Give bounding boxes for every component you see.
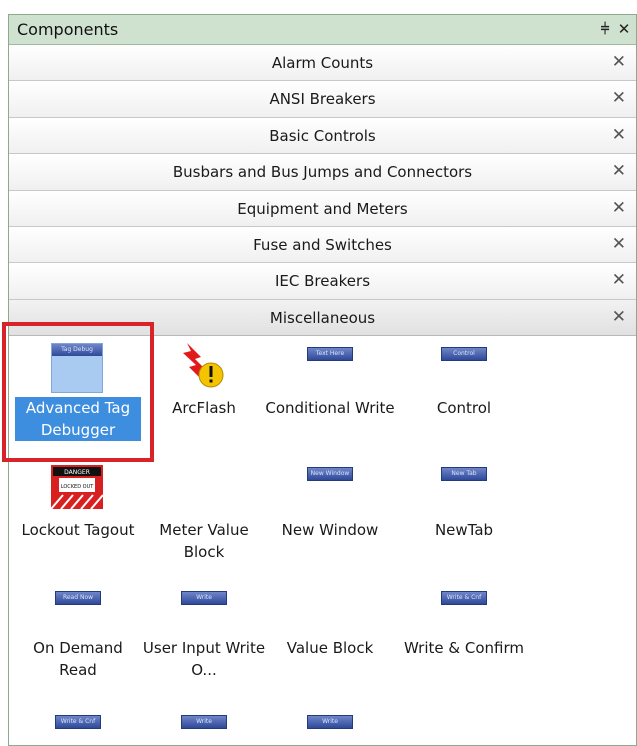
close-group-icon[interactable]: ✕ xyxy=(612,161,626,181)
group-fuse-switches[interactable]: Fuse and Switches ✕ xyxy=(9,226,636,264)
group-label: Fuse and Switches xyxy=(253,235,392,254)
component-lockout-tagout[interactable]: DANGER LOCKED OUT Lockout Tagout xyxy=(13,461,143,571)
component-partial-1[interactable]: Write & Cnf xyxy=(13,709,143,739)
component-label: NewTab xyxy=(434,521,494,539)
close-group-icon[interactable]: ✕ xyxy=(612,307,626,327)
group-label: Alarm Counts xyxy=(271,54,374,72)
thumb-button-face: Write & Cnf xyxy=(441,591,487,605)
component-label: Meter Value Block xyxy=(159,521,249,561)
thumb-button-face: Write xyxy=(181,715,227,729)
component-newtab[interactable]: New Tab NewTab xyxy=(399,461,529,571)
arcflash-icon xyxy=(183,343,224,388)
component-label: On Demand Read xyxy=(33,639,123,679)
component-user-input-write[interactable]: Write User Input Write O... xyxy=(139,585,269,695)
group-label: Basic Controls xyxy=(269,126,376,145)
component-on-demand-read[interactable]: Read Now On Demand Read xyxy=(13,585,143,695)
group-label: ANSI Breakers xyxy=(269,90,376,109)
component-label: ArcFlash xyxy=(172,399,236,417)
group-list: Alarm Counts ✕ ANSI Breakers ✕ Basic Con… xyxy=(9,45,636,337)
close-group-icon[interactable]: ✕ xyxy=(612,125,626,145)
component-new-window[interactable]: New Window New Window xyxy=(265,461,395,571)
component-label: Write & Confirm xyxy=(404,639,524,657)
thumb-button-face: Write xyxy=(307,715,353,729)
sign-mid-text: LOCKED OUT xyxy=(61,484,95,490)
panel-title: Components xyxy=(17,20,119,39)
group-equipment-meters[interactable]: Equipment and Meters ✕ xyxy=(9,190,636,227)
group-label: IEC Breakers xyxy=(274,272,371,291)
group-ansi-breakers[interactable]: ANSI Breakers ✕ xyxy=(9,81,636,118)
selection-highlight-box xyxy=(2,322,154,462)
thumb-button-face: New Window xyxy=(307,467,353,481)
sign-top-text: DANGER xyxy=(64,469,90,476)
close-group-icon[interactable]: ✕ xyxy=(612,52,626,72)
close-group-icon[interactable]: ✕ xyxy=(612,234,626,254)
close-group-icon[interactable]: ✕ xyxy=(612,88,626,108)
component-label: Lockout Tagout xyxy=(21,521,135,539)
lockout-tagout-icon: DANGER LOCKED OUT xyxy=(51,465,103,509)
component-label: User Input Write O... xyxy=(142,639,266,679)
group-alarm-counts[interactable]: Alarm Counts ✕ xyxy=(9,45,636,82)
thumb-button-face: Write & Cnf xyxy=(55,715,101,729)
thumb-button-face: Read Now xyxy=(55,591,101,605)
component-write-confirm[interactable]: Write & Cnf Write & Confirm xyxy=(399,585,529,695)
group-iec-breakers[interactable]: IEC Breakers ✕ xyxy=(9,263,636,300)
component-value-block[interactable]: Value Block xyxy=(265,585,395,695)
component-partial-2[interactable]: Write xyxy=(139,709,269,739)
component-label: Conditional Write xyxy=(265,399,395,417)
component-partial-3[interactable]: Write xyxy=(265,709,395,739)
group-basic-controls[interactable]: Basic Controls ✕ xyxy=(9,117,636,155)
component-label: Control xyxy=(436,399,492,417)
panel-titlebar: Components ⫩ ✕ xyxy=(9,15,636,45)
group-label: Equipment and Meters xyxy=(237,199,408,218)
component-conditional-write[interactable]: Text Here Conditional Write xyxy=(265,341,395,451)
thumb-button-face: Write xyxy=(181,591,227,605)
close-group-icon[interactable]: ✕ xyxy=(612,270,626,290)
group-label: Busbars and Bus Jumps and Connectors xyxy=(172,163,473,182)
component-arcflash[interactable]: ArcFlash xyxy=(139,341,269,451)
group-busbars[interactable]: Busbars and Bus Jumps and Connectors ✕ xyxy=(9,154,636,191)
thumb-button-face: Control xyxy=(441,347,487,361)
component-control[interactable]: Control Control xyxy=(399,341,529,451)
component-meter-value-block[interactable]: Meter Value Block xyxy=(139,461,269,571)
component-label: Value Block xyxy=(286,639,374,657)
pin-icon[interactable]: ⫩ xyxy=(596,19,614,39)
thumb-button-face: New Tab xyxy=(441,467,487,481)
component-label: New Window xyxy=(281,521,379,539)
thumb-button-face: Text Here xyxy=(307,347,353,361)
close-group-icon[interactable]: ✕ xyxy=(612,198,626,218)
close-icon[interactable]: ✕ xyxy=(615,19,633,39)
